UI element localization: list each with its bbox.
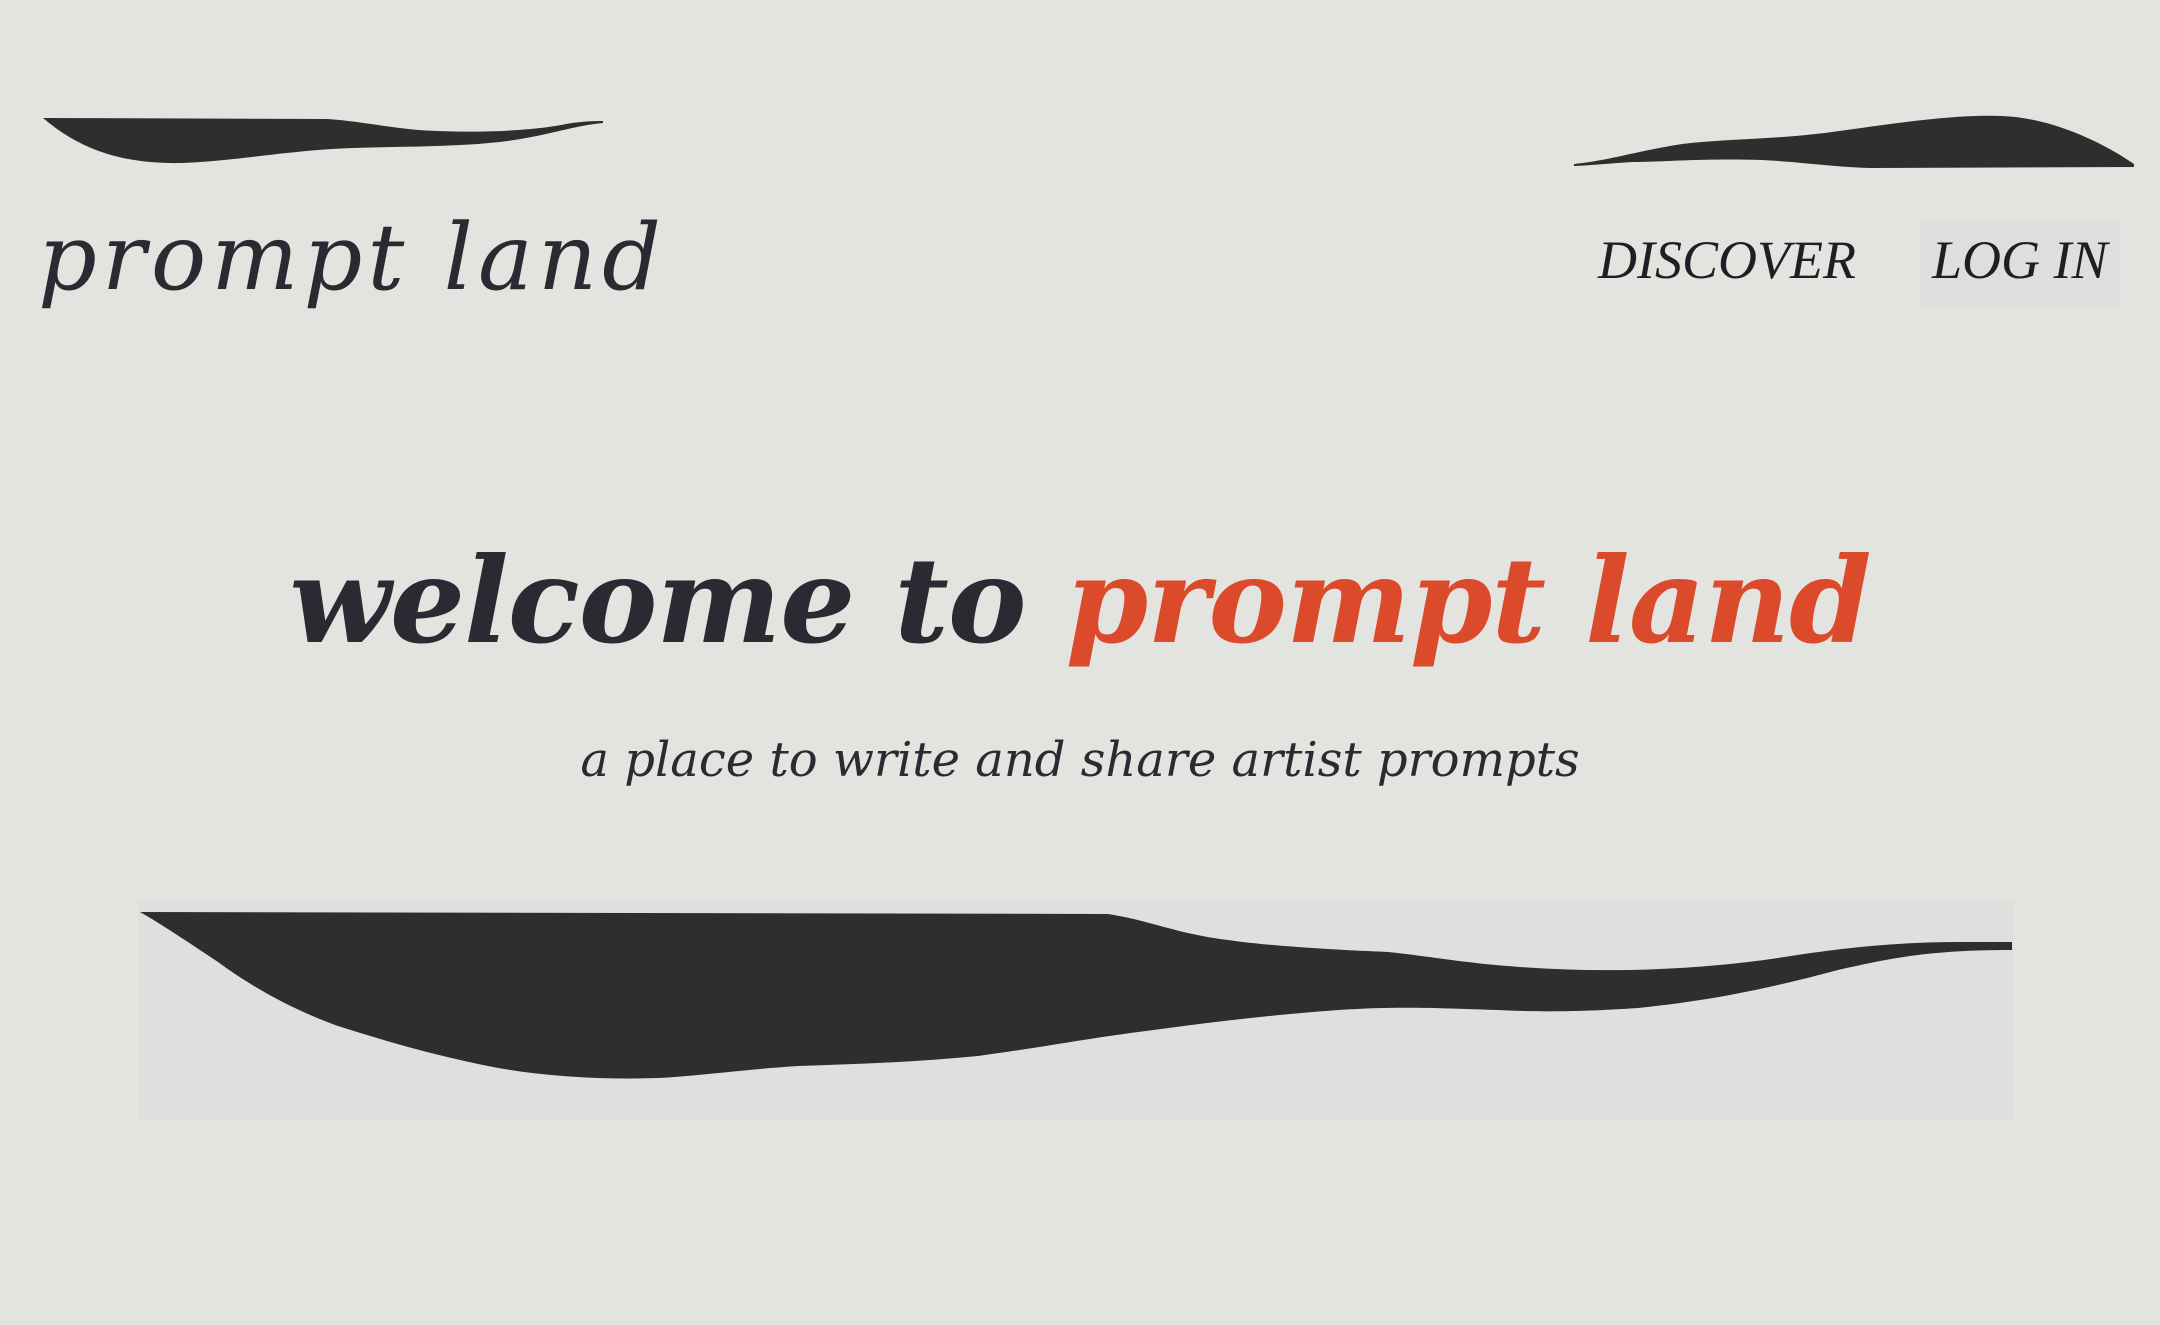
hero-subtitle: a place to write and share artist prompt… bbox=[580, 732, 1580, 788]
hero-title: welcome to prompt land bbox=[0, 530, 2160, 672]
hero-brush-stroke bbox=[138, 900, 2014, 1120]
hero-brush-stroke-icon bbox=[140, 912, 2012, 1079]
nav-discover-link[interactable]: DISCOVER bbox=[1598, 220, 1856, 300]
logo-brush-stroke-icon bbox=[43, 118, 603, 164]
hero-title-accent: prompt land bbox=[1065, 531, 1872, 670]
main-nav: DISCOVER LOG IN bbox=[1572, 112, 2140, 308]
logo-link[interactable]: prompt land bbox=[38, 112, 661, 342]
nav-login-link[interactable]: LOG IN bbox=[1920, 220, 2120, 308]
nav-brush-stroke-icon bbox=[1574, 115, 2134, 168]
hero-title-lead: welcome to bbox=[289, 531, 1066, 670]
nav-links: DISCOVER LOG IN bbox=[1572, 220, 2140, 308]
logo-text: prompt land bbox=[38, 204, 667, 311]
